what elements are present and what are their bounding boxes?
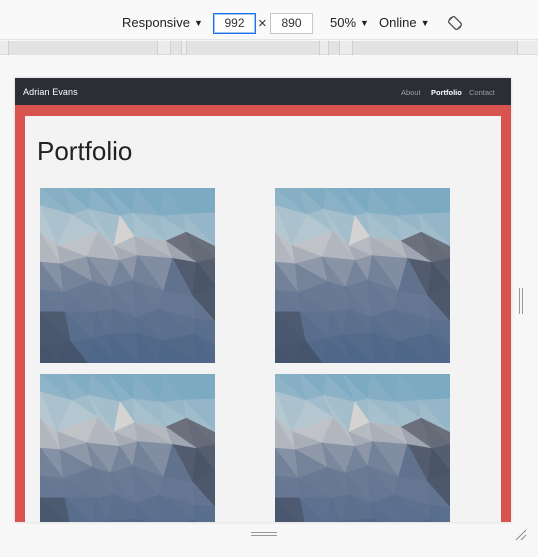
- site-brand[interactable]: Adrian Evans: [23, 87, 78, 97]
- nav-link-about[interactable]: About: [401, 88, 421, 97]
- media-query-bar[interactable]: [0, 41, 538, 55]
- portfolio-thumbnail[interactable]: [275, 188, 450, 363]
- site-navbar: Adrian Evans About Portfolio Contact: [15, 78, 511, 105]
- media-query-segment[interactable]: [352, 41, 518, 55]
- device-toolbar: Responsive ▼ 992 × 890 50% ▼ Online ▼: [0, 0, 538, 40]
- media-query-segment[interactable]: [170, 41, 182, 55]
- media-query-segment[interactable]: [186, 41, 320, 55]
- zoom-select[interactable]: 50% ▼: [330, 13, 369, 34]
- device-select-label: Responsive: [122, 15, 190, 30]
- chevron-down-icon: ▼: [193, 18, 203, 28]
- low-poly-image: [275, 374, 450, 522]
- rotate-icon[interactable]: [447, 15, 463, 31]
- device-select[interactable]: Responsive ▼: [122, 13, 203, 34]
- zoom-select-label: 50%: [330, 15, 357, 30]
- portfolio-thumbnail[interactable]: [275, 374, 450, 522]
- low-poly-image: [275, 188, 450, 363]
- nav-link-portfolio[interactable]: Portfolio: [431, 88, 462, 97]
- resize-handle-right[interactable]: [518, 288, 524, 314]
- accent-band: [15, 105, 511, 116]
- low-poly-image: [40, 188, 215, 363]
- portfolio-thumbnail[interactable]: [40, 188, 215, 363]
- low-poly-image: [40, 374, 215, 522]
- resize-handle-bottom[interactable]: [251, 531, 277, 537]
- nav-link-contact[interactable]: Contact: [469, 88, 495, 97]
- emulated-viewport: Adrian Evans About Portfolio Contact Por…: [15, 78, 511, 522]
- media-query-segment[interactable]: [8, 41, 158, 55]
- page-content: Portfolio: [25, 116, 501, 522]
- throttle-select-label: Online: [379, 15, 417, 30]
- dimension-separator: ×: [258, 15, 267, 32]
- height-input[interactable]: 890: [270, 13, 313, 34]
- width-input[interactable]: 992: [213, 13, 256, 34]
- chevron-down-icon: ▼: [420, 18, 430, 28]
- resize-corner-icon[interactable]: [514, 528, 528, 542]
- page-title: Portfolio: [37, 136, 133, 166]
- media-query-segment[interactable]: [328, 41, 340, 55]
- portfolio-thumbnail[interactable]: [40, 374, 215, 522]
- throttle-select[interactable]: Online ▼: [379, 13, 430, 34]
- chevron-down-icon: ▼: [360, 18, 369, 28]
